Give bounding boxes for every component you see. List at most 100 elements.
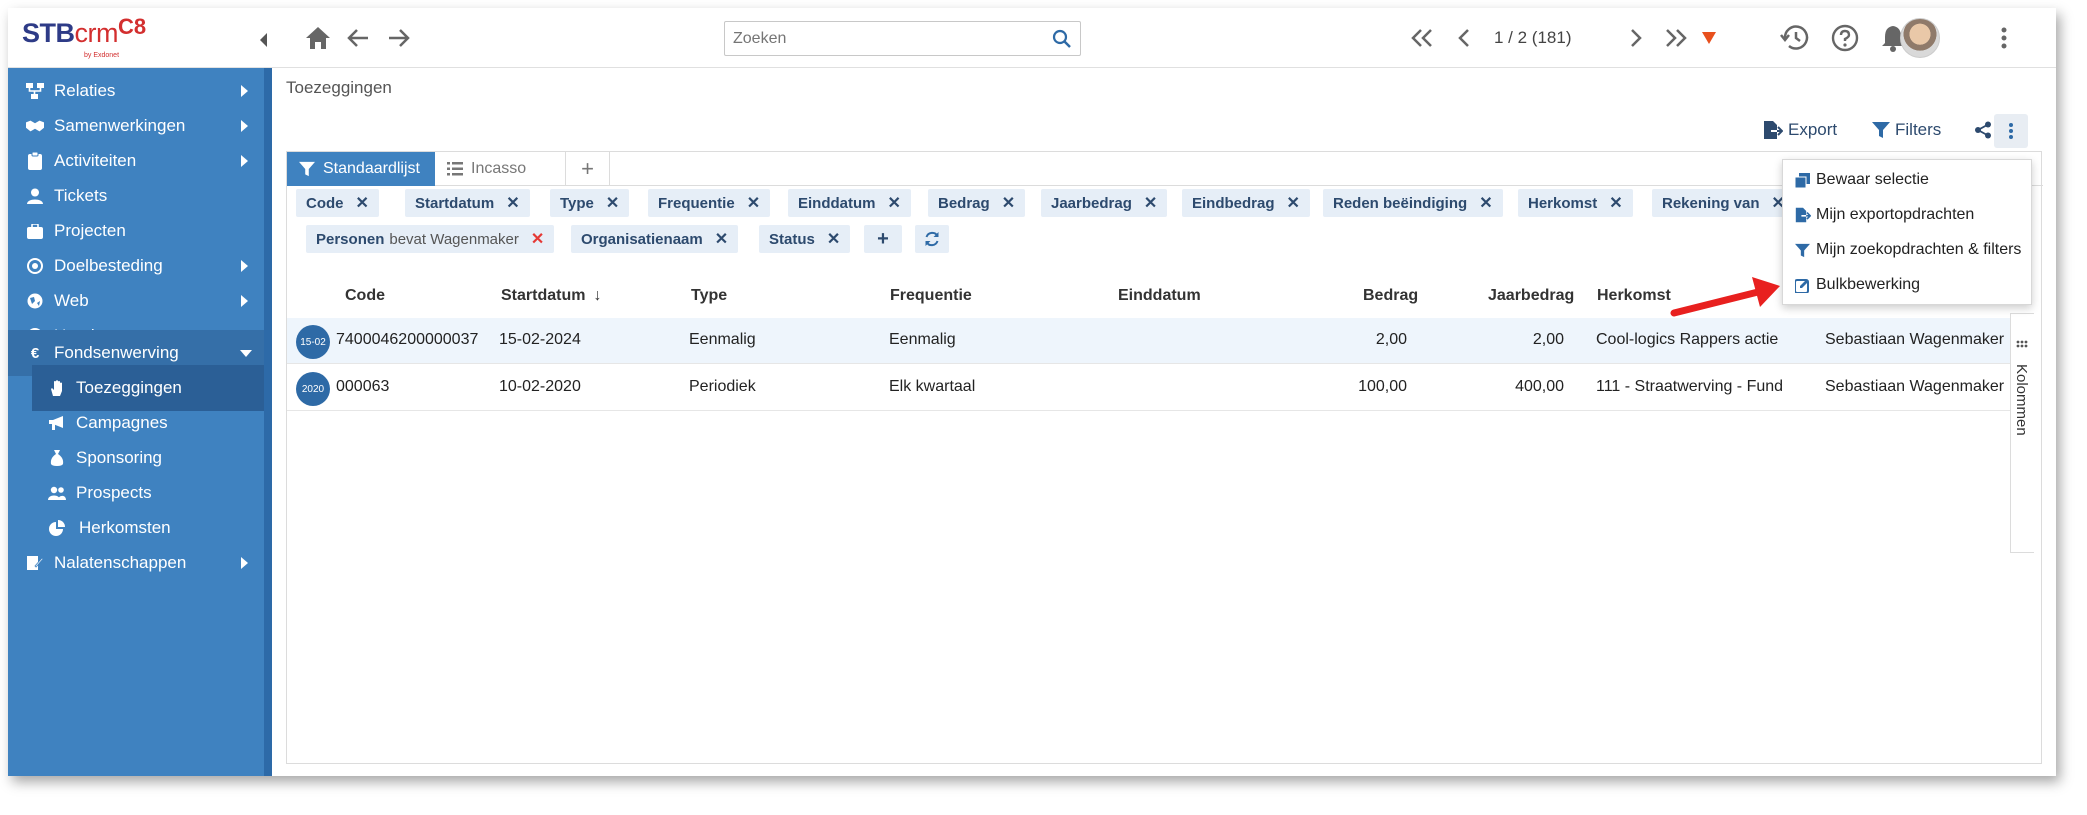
tab-incasso[interactable]: Incasso [435, 152, 566, 186]
remove-chip-icon[interactable]: ✕ [1287, 193, 1300, 213]
search-input[interactable] [725, 22, 1035, 55]
filter-chip-status[interactable]: Status ✕ [759, 225, 851, 253]
column-header-einddatum[interactable]: Einddatum [1118, 287, 1201, 305]
cell-persoon: Sebastiaan Wagenmaker [1825, 378, 2005, 395]
last-page-icon[interactable] [1662, 24, 1690, 52]
copy-icon [1795, 172, 1811, 188]
remove-chip-icon[interactable]: ✕ [1479, 193, 1492, 213]
remove-chip-icon[interactable]: ✕ [888, 193, 901, 213]
chip-label: Code [306, 194, 344, 212]
filter-chip-jaarbedrag[interactable]: Jaarbedrag ✕ [1041, 189, 1168, 217]
column-header-jaarbedrag[interactable]: Jaarbedrag [1488, 287, 1574, 305]
money-bag-icon [48, 449, 66, 467]
chip-label: Type [560, 194, 594, 212]
history-icon[interactable] [1778, 24, 1812, 52]
column-header-herkomst[interactable]: Herkomst [1597, 287, 1671, 305]
caret-right-icon [241, 120, 248, 132]
tab-bar: Standaardlijst Incasso + [287, 152, 2043, 186]
kebab-icon [2009, 123, 2013, 139]
column-header-startdatum[interactable]: Startdatum ↓ [501, 287, 601, 305]
filter-chip-organisatienaam[interactable]: Organisatienaam ✕ [571, 225, 739, 253]
forward-arrow-icon[interactable] [385, 24, 413, 52]
chip-label: Frequentie [658, 194, 735, 212]
pager-dropdown-icon[interactable] [1702, 32, 1716, 44]
filter-chip-startdatum[interactable]: Startdatum ✕ [405, 189, 530, 217]
remove-chip-icon[interactable]: ✕ [1609, 193, 1622, 213]
remove-chip-icon[interactable]: ✕ [506, 193, 519, 213]
megaphone-icon [48, 414, 66, 432]
remove-chip-icon[interactable]: ✕ [1144, 193, 1157, 213]
refresh-filters-button[interactable] [915, 225, 949, 253]
remove-chip-icon[interactable]: ✕ [531, 229, 544, 249]
filter-chip-bedrag[interactable]: Bedrag ✕ [928, 189, 1026, 217]
tab-standaardlijst[interactable]: Standaardlijst [287, 152, 435, 186]
chip-label: Personen [316, 230, 385, 248]
cell-type: Eenmalig [689, 331, 756, 348]
cell-herkomst: Cool-logics Rappers actie [1596, 331, 1779, 348]
search-box [724, 21, 1081, 56]
cell-startdatum: 15-02-2024 [499, 331, 581, 348]
sidebar-item-nalatenschappen[interactable]: Nalatenschappen [8, 540, 264, 586]
menu-item-label: Bewaar selectie [1816, 171, 1929, 188]
first-page-icon[interactable] [1408, 24, 1436, 52]
clipboard-icon [26, 152, 44, 170]
caret-right-icon [241, 85, 248, 97]
filter-chip-personen[interactable]: Personen bevat Wagenmaker ✕ [306, 225, 555, 253]
column-header-frequentie[interactable]: Frequentie [890, 287, 972, 305]
menu-item-mijn-exportopdrachten[interactable]: Mijn exportopdrachten [1795, 203, 1974, 227]
sidebar-item-label: Fondsenwerving [54, 343, 179, 362]
next-page-icon[interactable] [1622, 24, 1650, 52]
add-tab-button[interactable]: + [566, 152, 610, 186]
hand-icon [48, 379, 66, 397]
sidebar-subitem-label: Herkomsten [79, 518, 171, 537]
chip-label: Einddatum [798, 194, 876, 212]
more-options-button[interactable] [1994, 114, 2028, 148]
previous-page-icon[interactable] [1450, 24, 1478, 52]
filters-button[interactable]: Filters [1872, 116, 1941, 144]
menu-item-bulkbewerking[interactable]: Bulkbewerking [1795, 273, 1920, 297]
filter-chip-einddatum[interactable]: Einddatum ✕ [788, 189, 911, 217]
remove-chip-icon[interactable]: ✕ [747, 193, 760, 213]
back-arrow-icon[interactable] [344, 24, 372, 52]
filter-chip-code[interactable]: Code ✕ [296, 189, 379, 217]
menu-item-bewaar-selectie[interactable]: Bewaar selectie [1795, 168, 1929, 192]
add-filter-button[interactable]: + [864, 225, 902, 253]
home-icon[interactable] [304, 24, 332, 52]
sitemap-icon [26, 82, 44, 100]
cell-herkomst: 111 - Straatwerving - Fund [1596, 378, 1784, 395]
filter-chip-frequentie[interactable]: Frequentie ✕ [648, 189, 771, 217]
filter-chip-reden-beeindiging[interactable]: Reden beëindiging ✕ [1323, 189, 1503, 217]
remove-chip-icon[interactable]: ✕ [715, 229, 728, 249]
column-header-bedrag[interactable]: Bedrag [1363, 287, 1418, 305]
export-button[interactable]: Export [1763, 116, 1837, 144]
kebab-menu-icon[interactable] [1994, 24, 2014, 52]
chip-label: Startdatum [415, 194, 495, 212]
help-icon[interactable] [1829, 24, 1861, 52]
menu-item-mijn-zoekopdrachten[interactable]: Mijn zoekopdrachten & filters [1795, 238, 2021, 262]
sidebar-scrollbar[interactable] [264, 68, 272, 776]
filter-chip-eindbedrag[interactable]: Eindbedrag ✕ [1182, 189, 1310, 217]
user-avatar[interactable] [1900, 18, 1940, 58]
pie-chart-icon [48, 519, 66, 537]
logo[interactable]: STBcrm [22, 18, 118, 49]
list-icon [447, 162, 463, 176]
remove-chip-icon[interactable]: ✕ [1002, 193, 1015, 213]
annotation-arrow [1670, 277, 1780, 317]
column-header-type[interactable]: Type [691, 287, 727, 305]
header-label: Startdatum [501, 287, 586, 304]
filter-chip-rekening-van[interactable]: Rekening van ✕ [1652, 189, 1795, 217]
remove-chip-icon[interactable]: ✕ [827, 229, 840, 249]
more-options-menu: Bewaar selectie Mijn exportopdrachten Mi… [1782, 159, 2032, 305]
table-row[interactable]: 2020 000063 10-02-2020 Periodiek Elk kwa… [287, 365, 2021, 411]
columns-panel-toggle[interactable]: Kolommen [2010, 313, 2034, 553]
remove-chip-icon[interactable]: ✕ [356, 193, 369, 213]
caret-down-icon [240, 350, 252, 357]
filter-chip-type[interactable]: Type ✕ [550, 189, 630, 217]
filter-chip-herkomst[interactable]: Herkomst ✕ [1518, 189, 1633, 217]
target-icon [26, 257, 44, 275]
search-icon[interactable] [1052, 29, 1072, 49]
collapse-sidebar-button[interactable] [260, 33, 267, 47]
remove-chip-icon[interactable]: ✕ [606, 193, 619, 213]
column-header-code[interactable]: Code [345, 287, 385, 305]
sidebar-subitem-label: Sponsoring [76, 448, 163, 467]
